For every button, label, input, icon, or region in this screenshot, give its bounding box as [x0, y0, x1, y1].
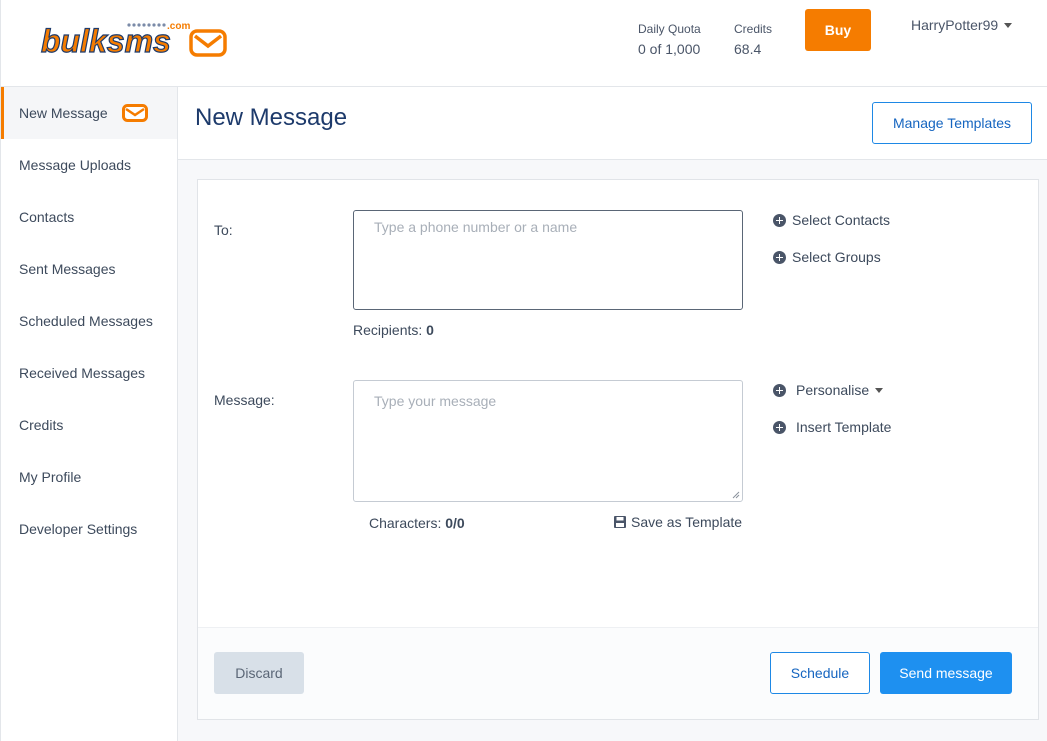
daily-quota-value: 0 of 1,000 — [638, 41, 701, 57]
main-header: New Message Manage Templates — [178, 87, 1047, 160]
logo-text: bulksms — [41, 23, 171, 59]
personalise-label: Personalise — [796, 382, 870, 398]
message-form-card: To: Type a phone number or a name Recipi… — [197, 179, 1039, 720]
resize-grip-icon[interactable] — [732, 491, 740, 499]
select-groups-label: Select Groups — [792, 249, 881, 265]
sidebar-item-label: Contacts — [19, 209, 75, 225]
credits-label: Credits — [734, 22, 773, 36]
sidebar-item-credits[interactable]: Credits — [1, 399, 177, 451]
to-input[interactable]: Type a phone number or a name — [353, 210, 743, 310]
floppy-disk-icon — [614, 516, 626, 528]
plus-circle-icon — [773, 213, 786, 227]
send-message-button[interactable]: Send message — [880, 652, 1012, 694]
sidebar-item-new-message[interactable]: New Message — [1, 87, 177, 139]
personalise-dropdown[interactable]: Personalise — [773, 382, 884, 398]
recipients-value: 0 — [426, 322, 434, 338]
username: HarryPotter99 — [911, 17, 999, 33]
bulksms-logo[interactable]: .com bulksms — [39, 18, 229, 60]
save-as-template-link[interactable]: Save as Template — [614, 514, 742, 530]
top-header: .com bulksms Daily Quota 0 of 1,000 Cred… — [0, 0, 1047, 87]
sidebar-item-scheduled-messages[interactable]: Scheduled Messages — [1, 295, 177, 347]
form-footer: Discard Schedule Send message — [198, 627, 1038, 719]
message-textarea[interactable]: Type your message — [353, 380, 743, 502]
manage-templates-button[interactable]: Manage Templates — [872, 102, 1032, 144]
sidebar-item-label: New Message — [19, 105, 108, 121]
recipients-label: Recipients: — [353, 322, 423, 338]
user-menu[interactable]: HarryPotter99 — [911, 17, 1013, 33]
plus-circle-icon — [773, 420, 786, 434]
credits-value: 68.4 — [734, 41, 762, 57]
sidebar-item-label: Received Messages — [19, 365, 146, 381]
sidebar-item-contacts[interactable]: Contacts — [1, 191, 177, 243]
buy-button[interactable]: Buy — [805, 9, 871, 51]
plus-circle-icon — [773, 250, 786, 264]
sidebar-item-developer-settings[interactable]: Developer Settings — [1, 503, 177, 555]
characters-label: Characters: — [369, 515, 442, 531]
message-label: Message: — [214, 392, 275, 408]
character-count: Characters: 0/0 — [369, 515, 465, 531]
sidebar: New Message Message Uploads Contacts Sen… — [0, 87, 178, 741]
select-contacts-link[interactable]: Select Contacts — [773, 212, 890, 228]
daily-quota: Daily Quota 0 of 1,000 — [638, 22, 701, 57]
sidebar-item-label: Message Uploads — [19, 157, 132, 173]
characters-value: 0/0 — [445, 515, 465, 531]
daily-quota-label: Daily Quota — [638, 22, 701, 36]
plus-circle-icon — [773, 383, 786, 397]
envelope-icon — [121, 104, 148, 122]
insert-template-link[interactable]: Insert Template — [773, 419, 891, 435]
sidebar-item-label: Scheduled Messages — [19, 313, 153, 329]
schedule-button[interactable]: Schedule — [770, 652, 870, 694]
insert-template-label: Insert Template — [796, 419, 892, 435]
sidebar-item-label: Developer Settings — [19, 521, 138, 537]
page-title: New Message — [195, 104, 348, 131]
sidebar-item-message-uploads[interactable]: Message Uploads — [1, 139, 177, 191]
credits-balance: Credits 68.4 — [734, 22, 772, 57]
chevron-down-icon — [1004, 22, 1013, 28]
sidebar-item-label: My Profile — [19, 469, 82, 485]
save-as-template-label: Save as Template — [631, 514, 743, 530]
message-placeholder: Type your message — [374, 393, 497, 409]
sidebar-item-label: Credits — [19, 417, 64, 433]
sidebar-item-label: Sent Messages — [19, 261, 116, 277]
recipients-count: Recipients: 0 — [353, 322, 434, 338]
discard-button[interactable]: Discard — [214, 652, 304, 694]
to-placeholder: Type a phone number or a name — [374, 219, 578, 235]
sidebar-item-my-profile[interactable]: My Profile — [1, 451, 177, 503]
sidebar-item-received-messages[interactable]: Received Messages — [1, 347, 177, 399]
to-label: To: — [214, 222, 233, 238]
chevron-down-icon — [875, 387, 884, 393]
sidebar-item-sent-messages[interactable]: Sent Messages — [1, 243, 177, 295]
select-contacts-label: Select Contacts — [792, 212, 891, 228]
select-groups-link[interactable]: Select Groups — [773, 249, 881, 265]
